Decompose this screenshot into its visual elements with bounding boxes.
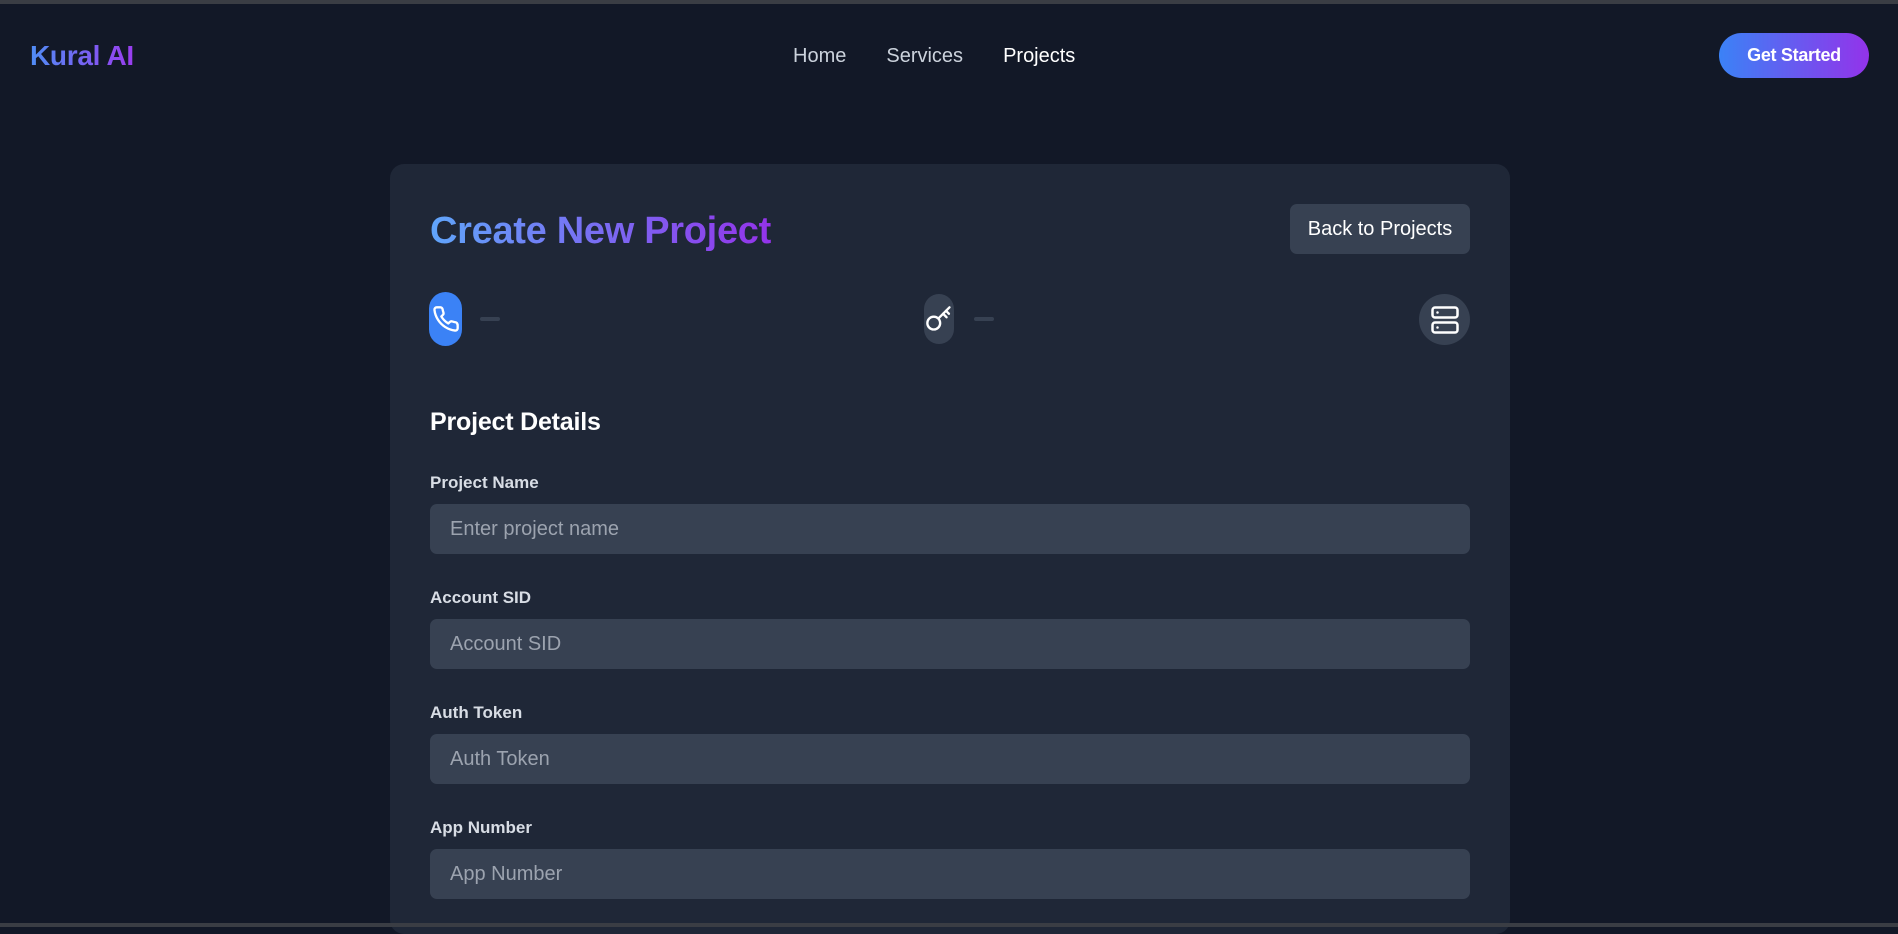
step-phone[interactable] [429,292,462,346]
project-name-input[interactable] [430,504,1470,554]
navbar: Kural AI Home Services Projects Get Star… [0,4,1898,106]
back-to-projects-button[interactable]: Back to Projects [1290,204,1470,254]
step-server[interactable] [1419,294,1470,345]
app-number-input[interactable] [430,849,1470,899]
page-title: Create New Project [430,210,771,252]
account-sid-label: Account SID [430,588,532,607]
brand-logo[interactable]: Kural AI [30,40,134,72]
auth-token-label: Auth Token [430,703,523,722]
step-connector [974,317,994,321]
server-icon [1430,305,1459,334]
account-sid-input[interactable] [430,619,1470,669]
nav-link-projects[interactable]: Projects [1003,45,1075,68]
get-started-button[interactable]: Get Started [1719,33,1869,78]
step-connector [480,317,500,321]
project-name-label: Project Name [430,473,539,492]
auth-token-input[interactable] [430,734,1470,784]
key-icon [926,306,951,331]
app-number-label: App Number [430,818,532,837]
window-bottom-edge [0,923,1898,927]
create-project-card: Create New Project Back to Projects Proj… [390,164,1510,934]
phone-icon [432,306,459,332]
section-title: Project Details [430,408,601,436]
nav-link-services[interactable]: Services [886,45,963,68]
step-key[interactable] [924,294,954,344]
nav-links: Home Services Projects [793,45,1075,68]
nav-link-home[interactable]: Home [793,45,846,68]
